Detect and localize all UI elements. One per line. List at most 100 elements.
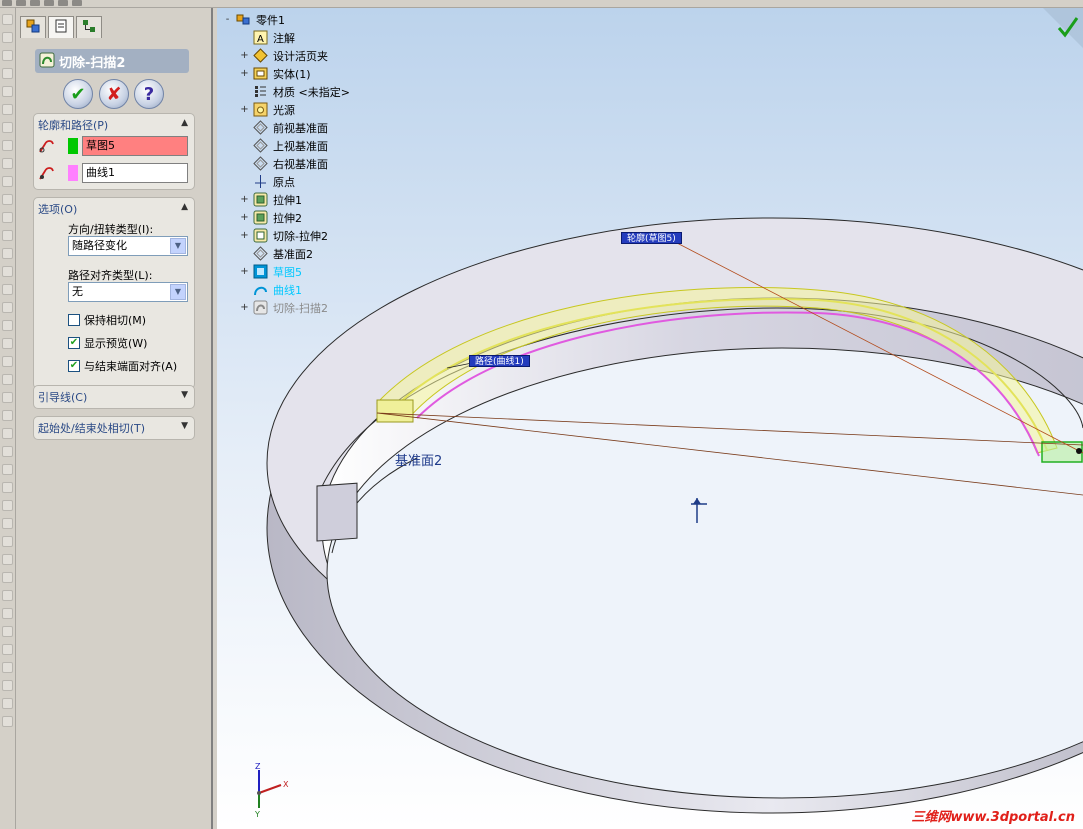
collapse-icon[interactable]: ▲ <box>181 202 188 212</box>
part-model-view[interactable]: Z X Y <box>217 8 1083 829</box>
feature-tree-item[interactable]: + 实体(1) <box>240 65 311 82</box>
align-end-faces-checkbox[interactable]: ✔ <box>68 360 80 372</box>
keep-tangency-checkbox[interactable] <box>68 314 80 326</box>
feature-tool-button[interactable] <box>2 374 13 385</box>
dropdown-arrow-icon[interactable]: ▼ <box>170 284 186 300</box>
feature-tool-button[interactable] <box>2 482 13 493</box>
feature-tree-item[interactable]: + 设计活页夹 <box>240 47 328 64</box>
keep-tangency-option[interactable]: 保持相切(M) <box>68 312 146 328</box>
path-picker-icon[interactable] <box>38 165 56 181</box>
feature-tool-button[interactable] <box>2 86 13 97</box>
feature-tool-button[interactable] <box>2 248 13 259</box>
group-header[interactable]: 选项(O) <box>38 201 77 217</box>
group-header[interactable]: 引导线(C) <box>38 389 87 405</box>
tab-configuration-manager[interactable] <box>76 16 102 38</box>
cancel-button[interactable]: ✘ <box>99 79 129 109</box>
expand-toggle-icon[interactable]: + <box>240 266 249 277</box>
expand-toggle-icon[interactable]: + <box>240 230 249 241</box>
feature-tree-item[interactable]: 材质 <未指定> <box>240 83 350 100</box>
expand-toggle-icon[interactable]: + <box>240 194 249 205</box>
feature-tool-button[interactable] <box>2 500 13 511</box>
feature-tree-item[interactable]: + 切除-拉伸2 <box>240 227 328 244</box>
feature-tool-button[interactable] <box>2 716 13 727</box>
tab-feature-manager[interactable] <box>20 16 46 38</box>
feature-tool-button[interactable] <box>2 554 13 565</box>
feature-tool-button[interactable] <box>2 284 13 295</box>
group-header[interactable]: 起始处/结束处相切(T) <box>38 420 145 436</box>
tab-property-manager[interactable] <box>48 16 74 38</box>
feature-tool-button[interactable] <box>2 446 13 457</box>
feature-tool-button[interactable] <box>2 266 13 277</box>
alignment-select[interactable]: 无 ▼ <box>68 282 188 302</box>
path-callout[interactable]: 路径(曲线1) <box>469 355 530 367</box>
collapse-icon[interactable]: ▲ <box>181 118 188 128</box>
feature-tree-item[interactable]: 右视基准面 <box>240 155 328 172</box>
feature-tree-item[interactable]: + 拉伸2 <box>240 209 302 226</box>
expand-toggle-icon[interactable]: - <box>223 14 232 25</box>
feature-tool-button[interactable] <box>2 680 13 691</box>
orientation-select[interactable]: 随路径变化 ▼ <box>68 236 188 256</box>
feature-tool-button[interactable] <box>2 644 13 655</box>
confirmation-corner[interactable] <box>1043 8 1083 48</box>
feature-tree-item[interactable]: 前视基准面 <box>240 119 328 136</box>
feature-tool-button[interactable] <box>2 464 13 475</box>
feature-tool-button[interactable] <box>2 392 13 403</box>
feature-tree-item[interactable]: + 切除-扫描2 <box>240 299 328 316</box>
feature-tool-button[interactable] <box>2 158 13 169</box>
feature-tool-button[interactable] <box>2 536 13 547</box>
toolbar-button[interactable] <box>58 0 68 6</box>
feature-tree-item[interactable]: 上视基准面 <box>240 137 328 154</box>
toolbar-button[interactable] <box>16 0 26 6</box>
feature-tool-button[interactable] <box>2 608 13 619</box>
show-preview-checkbox[interactable]: ✔ <box>68 337 80 349</box>
feature-tool-button[interactable] <box>2 122 13 133</box>
feature-tree-item[interactable]: A 注解 <box>240 29 295 46</box>
help-button[interactable]: ? <box>134 79 164 109</box>
feature-tree-item[interactable]: 曲线1 <box>240 281 302 298</box>
feature-tool-button[interactable] <box>2 194 13 205</box>
feature-tool-button[interactable] <box>2 14 13 25</box>
feature-tool-button[interactable] <box>2 302 13 313</box>
toolbar-button[interactable] <box>30 0 40 6</box>
profile-callout[interactable]: 轮廓(草图5) <box>621 232 682 244</box>
expand-toggle-icon[interactable]: + <box>240 212 249 223</box>
feature-tree-item[interactable]: 基准面2 <box>240 245 313 262</box>
feature-tree-item[interactable]: + 光源 <box>240 101 295 118</box>
feature-tool-button[interactable] <box>2 698 13 709</box>
feature-tool-button[interactable] <box>2 32 13 43</box>
profile-picker-icon[interactable] <box>38 138 56 154</box>
toolbar-button[interactable] <box>2 0 12 6</box>
feature-tool-button[interactable] <box>2 662 13 673</box>
expand-toggle-icon[interactable]: + <box>240 50 249 61</box>
align-end-faces-option[interactable]: ✔ 与结束端面对齐(A) <box>68 358 177 374</box>
graphics-area[interactable]: Z X Y - 零件1 A 注解 + 设计活页夹 + 实体(1) 材质 <未指定> + 光源 前视基准… <box>217 8 1083 829</box>
feature-tool-button[interactable] <box>2 572 13 583</box>
feature-tool-button[interactable] <box>2 104 13 115</box>
feature-tree-item[interactable]: + 草图5 <box>240 263 302 280</box>
path-field[interactable]: 曲线1 <box>82 163 188 183</box>
feature-tool-button[interactable] <box>2 140 13 151</box>
feature-tool-button[interactable] <box>2 428 13 439</box>
feature-tool-button[interactable] <box>2 626 13 637</box>
feature-tool-button[interactable] <box>2 230 13 241</box>
feature-tool-button[interactable] <box>2 212 13 223</box>
plane-label[interactable]: 基准面2 <box>395 450 442 469</box>
feature-tool-button[interactable] <box>2 410 13 421</box>
expand-icon[interactable]: ▼ <box>181 390 188 400</box>
show-preview-option[interactable]: ✔ 显示预览(W) <box>68 335 147 351</box>
ok-button[interactable]: ✔ <box>63 79 93 109</box>
feature-tool-button[interactable] <box>2 518 13 529</box>
feature-tree-item[interactable]: 原点 <box>240 173 295 190</box>
feature-tool-button[interactable] <box>2 176 13 187</box>
expand-toggle-icon[interactable]: + <box>240 104 249 115</box>
guide-curves-group[interactable]: 引导线(C) ▼ <box>33 385 195 409</box>
expand-toggle-icon[interactable]: + <box>240 68 249 79</box>
start-end-tangency-group[interactable]: 起始处/结束处相切(T) ▼ <box>33 416 195 440</box>
feature-tool-button[interactable] <box>2 50 13 61</box>
expand-icon[interactable]: ▼ <box>181 421 188 431</box>
feature-tool-button[interactable] <box>2 590 13 601</box>
feature-tool-button[interactable] <box>2 356 13 367</box>
feature-tool-button[interactable] <box>2 320 13 331</box>
feature-tool-button[interactable] <box>2 338 13 349</box>
dropdown-arrow-icon[interactable]: ▼ <box>170 238 186 254</box>
